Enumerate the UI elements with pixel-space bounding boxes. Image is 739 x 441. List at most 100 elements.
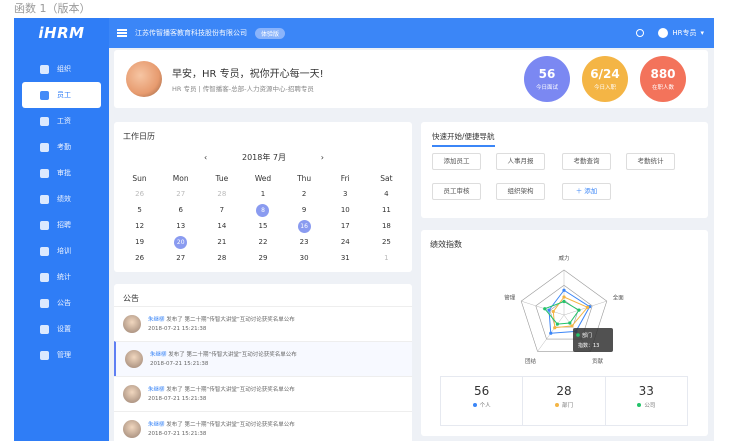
radar-point[interactable] [562,299,566,304]
calendar-day[interactable]: 11 [366,204,407,217]
calendar-day[interactable]: 28 [201,252,242,265]
calendar-day[interactable]: 21 [201,236,242,249]
welcome-subtitle: HR 专员 | 传智播客-总部-人力资源中心-招聘专员 [172,85,314,93]
calendar-day[interactable]: 20 [160,236,201,249]
sidebar-item[interactable]: 审批 [14,160,109,186]
radar-point[interactable] [568,321,572,325]
calendar-day[interactable]: 17 [325,220,366,233]
calendar-day[interactable]: 1 [366,252,407,265]
total-company: 33 公司 [606,377,687,425]
calendar-day[interactable]: 12 [119,220,160,233]
calendar-day[interactable]: 26 [119,188,160,201]
radar-point[interactable] [543,307,547,311]
calendar-day[interactable]: 28 [201,188,242,201]
calendar-day[interactable]: 27 [160,188,201,201]
radar-point[interactable] [547,308,551,312]
sidebar-item[interactable]: 绩效 [14,186,109,212]
calendar-day[interactable]: 22 [242,236,283,249]
quick-nav-button[interactable]: 人事月报 [496,153,545,170]
calendar-day[interactable]: 15 [242,220,283,233]
sidebar-item[interactable]: 员工 [22,82,101,108]
chart-tooltip: 部门指数：13 [573,328,613,352]
radar-point[interactable] [551,309,555,314]
calendar-day[interactable]: 14 [201,220,242,233]
quick-nav-button[interactable]: 考勤查询 [562,153,611,170]
sidebar-item[interactable]: 设置 [14,316,109,342]
announcement-author[interactable]: 朱继柳 [148,387,165,393]
sidebar-item[interactable]: 统计 [14,264,109,290]
calendar-day[interactable]: 30 [284,252,325,265]
calendar-day[interactable]: 26 [119,252,160,265]
calendar-day[interactable]: 19 [119,236,160,249]
clock-icon[interactable] [636,29,645,37]
quick-nav-button[interactable]: 添加员工 [432,153,481,170]
announcement-time: 2018-07-21 15:21:38 [150,361,209,367]
radar-point[interactable] [577,308,581,312]
announcement-author[interactable]: 朱继柳 [148,422,165,428]
sidebar-item[interactable]: 考勤 [14,134,109,160]
calendar-day[interactable]: 6 [160,204,201,217]
calendar-day[interactable]: 9 [284,204,325,217]
add-shortcut-button[interactable]: ＋ 添加 [562,183,611,200]
stat-interviews[interactable]: 56 今日面试 [524,56,570,102]
quick-nav-button[interactable]: 考勤统计 [626,153,675,170]
calendar-day[interactable]: 3 [325,188,366,201]
work-calendar: 工作日历 ‹ 2018年 7月 › Sun Mon Tue Wed Thu Fri Sat 2… [114,122,412,272]
calendar-day[interactable]: 29 [242,252,283,265]
calendar-day[interactable]: 4 [366,188,407,201]
attendance-icon [40,142,49,152]
sidebar-item-label: 招聘 [57,221,71,229]
sidebar-item-label: 工资 [57,117,71,125]
calendar-day[interactable]: 7 [201,204,242,217]
tooltip-value: 指数：13 [578,342,599,349]
total-personal: 56 个人 [441,377,524,425]
stat-label: 在职人数 [651,85,674,91]
stat-onboarding[interactable]: 6/24 今日入职 [582,56,628,102]
calendar-day[interactable]: 16 [284,220,325,233]
calendar-day[interactable]: 24 [325,236,366,249]
announcement-text: 朱继柳 发布了 第二十期“传智大讲堂”互动讨论获奖名单公布 [150,350,297,358]
radar-point[interactable] [585,305,590,309]
sidebar-item[interactable]: 组织 [14,56,109,82]
announcement-author[interactable]: 朱继柳 [150,352,167,358]
radar-point[interactable] [553,326,557,330]
calendar-day[interactable]: 31 [325,252,366,265]
radar-point[interactable] [562,288,566,292]
announcement-body: 发布了 第二十期“传智大讲堂”互动讨论获奖名单公布 [164,317,295,323]
calendar-day[interactable]: 13 [160,220,201,233]
sidebar-item[interactable]: 招聘 [14,212,109,238]
calendar-day[interactable]: 27 [160,252,201,265]
weekday-header: Mon [172,174,189,183]
app-logo[interactable]: iHRM [14,18,109,48]
sidebar-item[interactable]: 培训 [14,238,109,264]
user-menu[interactable]: HR专员 ▾ [658,28,704,38]
quick-nav-title: 快速开始/便捷导航 [432,131,495,147]
radar-point[interactable] [570,324,574,328]
announcement-item[interactable]: 朱继柳 发布了 第二十期“传智大讲堂”互动讨论获奖名单公布 2018-07-21 … [114,376,412,411]
calendar-day[interactable]: 5 [119,204,160,217]
announcement-item[interactable]: 朱继柳 发布了 第二十期“传智大讲堂”互动讨论获奖名单公布 2018-07-21 … [114,341,412,376]
calendar-day[interactable]: 25 [366,236,407,249]
radar-point[interactable] [549,331,553,335]
radar-point[interactable] [555,322,559,326]
announcement-item[interactable]: 朱继柳 发布了 第二十期“传智大讲堂”互动讨论获奖名单公布 2018-07-21 … [114,306,412,341]
announcement-item[interactable]: 朱继柳 发布了 第二十期“传智大讲堂”互动讨论获奖名单公布 2018-07-21 … [114,411,412,441]
menu-toggle-icon[interactable] [117,29,127,37]
calendar-day[interactable]: 1 [242,188,283,201]
quick-nav-button[interactable]: 组织架构 [496,183,545,200]
calendar-day[interactable]: 18 [366,220,407,233]
sidebar-item-label: 员工 [57,91,71,99]
announcement-author[interactable]: 朱继柳 [148,317,165,323]
calendar-day[interactable]: 2 [284,188,325,201]
stat-employees[interactable]: 880 在职人数 [640,56,686,102]
calendar-day[interactable]: 8 [242,204,283,217]
chevron-left-icon[interactable]: ‹ [204,153,207,162]
calendar-day[interactable]: 10 [325,204,366,217]
sidebar-item[interactable]: 管理 [14,342,109,368]
quick-nav-button[interactable]: 员工审核 [432,183,481,200]
calendar-day[interactable]: 23 [284,236,325,249]
chevron-right-icon[interactable]: › [321,153,324,162]
sidebar-item[interactable]: 工资 [14,108,109,134]
sidebar-item[interactable]: 公告 [14,290,109,316]
radar-point[interactable] [562,295,566,299]
